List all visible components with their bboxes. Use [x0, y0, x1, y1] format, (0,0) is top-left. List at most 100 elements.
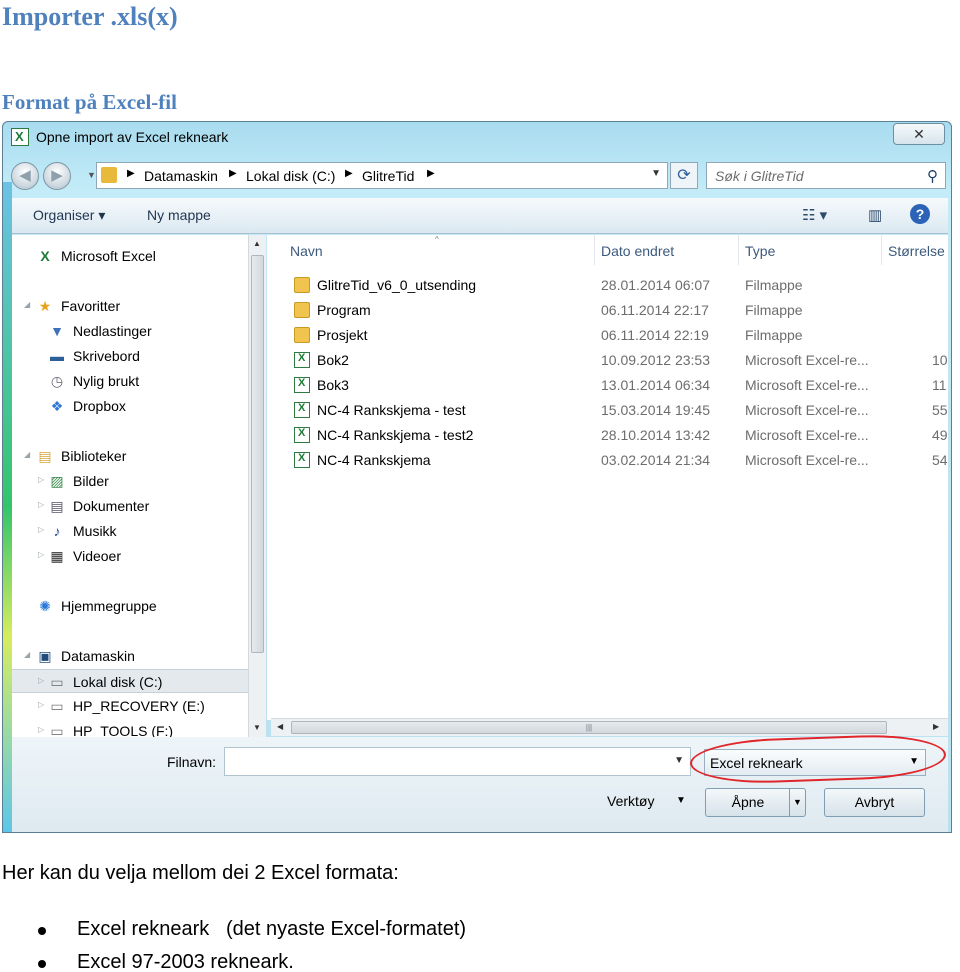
nav-item-libraries[interactable]: ◢ ▤ Biblioteker: [12, 444, 248, 468]
file-row[interactable]: NC-4 Rankskjema - test 15.03.2014 19:45 …: [267, 398, 948, 423]
cancel-button[interactable]: Avbryt: [824, 788, 925, 817]
nav-item-hp-recovery[interactable]: ▷ ▭ HP_RECOVERY (E:): [12, 694, 248, 718]
horizontal-scrollbar[interactable]: ◀ ||| ▶: [271, 718, 948, 736]
nav-item-desktop[interactable]: ▬ Skrivebord: [12, 344, 248, 368]
bullet-text: Excel 97-2003 rekneark.: [77, 951, 294, 972]
navigation-scrollbar[interactable]: ▲ ▼: [248, 235, 266, 737]
view-options-icon[interactable]: ☷ ▾: [802, 206, 827, 224]
file-type: Microsoft Excel-re...: [745, 427, 869, 443]
page-subheading: Format på Excel-fil: [2, 90, 177, 114]
search-icon[interactable]: ⚲: [927, 167, 938, 185]
address-bar[interactable]: ▶ Datamaskin ▶ Lokal disk (C:) ▶ GlitreT…: [96, 162, 668, 189]
scroll-left-icon[interactable]: ◀: [277, 722, 283, 731]
column-divider[interactable]: [738, 235, 739, 265]
new-folder-button[interactable]: Ny mappe: [147, 207, 211, 223]
file-row[interactable]: Prosjekt 06.11.2014 22:19 Filmappe: [267, 323, 948, 348]
nav-item-homegroup[interactable]: ✺ Hjemmegruppe: [12, 594, 248, 618]
chevron-right-icon[interactable]: ▶: [229, 168, 237, 179]
chevron-down-icon[interactable]: ▼: [651, 168, 661, 179]
column-divider[interactable]: [594, 235, 595, 265]
scroll-up-icon[interactable]: ▲: [253, 239, 261, 248]
chevron-right-icon[interactable]: ▶: [345, 168, 353, 179]
tools-menu[interactable]: Verktøy: [607, 793, 654, 809]
expand-icon[interactable]: ▷: [38, 676, 44, 685]
title-bar[interactable]: Opne import av Excel rekneark ✕: [3, 122, 951, 156]
chevron-down-icon[interactable]: ▼: [789, 789, 805, 816]
scroll-right-icon[interactable]: ▶: [933, 722, 939, 731]
collapse-icon[interactable]: ◢: [24, 650, 30, 659]
bullet-text: Excel rekneark (det nyaste Excel-formate…: [77, 918, 467, 940]
nav-item-favorites[interactable]: ◢ ★ Favoritter: [12, 294, 248, 318]
toolbar: Organiser ▾ Ny mappe ☷ ▾ ▥ ?: [12, 198, 948, 234]
history-buttons: ◀ ▶: [11, 160, 81, 192]
breadcrumb-computer[interactable]: Datamaskin: [144, 168, 218, 184]
breadcrumb-local-disk[interactable]: Lokal disk (C:): [246, 168, 335, 184]
file-date: 06.11.2014 22:17: [601, 302, 709, 318]
file-date: 10.09.2012 23:53: [601, 352, 710, 368]
nav-item-documents[interactable]: ▷ ▤ Dokumenter: [12, 494, 248, 518]
column-header-name[interactable]: Navn: [290, 243, 323, 259]
file-row[interactable]: NC-4 Rankskjema 03.02.2014 21:34 Microso…: [267, 448, 948, 473]
file-row[interactable]: Bok2 10.09.2012 23:53 Microsoft Excel-re…: [267, 348, 948, 373]
nav-item-computer[interactable]: ◢ ▣ Datamaskin: [12, 644, 248, 668]
preview-pane-icon[interactable]: ▥: [868, 206, 882, 224]
file-row[interactable]: Program 06.11.2014 22:17 Filmappe: [267, 298, 948, 323]
breadcrumb-glitretid[interactable]: GlitreTid: [362, 168, 414, 184]
sort-indicator-icon: ^: [435, 235, 439, 244]
close-button[interactable]: ✕: [893, 123, 945, 145]
nav-item-dropbox[interactable]: ❖ Dropbox: [12, 394, 248, 418]
window-glow: [3, 182, 12, 832]
recent-pages-dropdown-icon[interactable]: ▼: [87, 170, 96, 180]
expand-icon[interactable]: ▷: [38, 550, 44, 559]
collapse-icon[interactable]: ◢: [24, 450, 30, 459]
organize-menu[interactable]: Organiser ▾: [33, 207, 105, 224]
nav-item-hp-tools[interactable]: ▷ ▭ HP_TOOLS (F:): [12, 719, 248, 737]
back-button[interactable]: ◀: [11, 162, 39, 190]
column-divider[interactable]: [881, 235, 882, 265]
file-size: 10: [932, 352, 948, 368]
expand-icon[interactable]: ▷: [38, 725, 44, 734]
nav-item-pictures[interactable]: ▷ ▨ Bilder: [12, 469, 248, 493]
chevron-down-icon[interactable]: ▼: [676, 795, 686, 806]
file-date: 28.10.2014 13:42: [601, 427, 710, 443]
nav-item-microsoft-excel[interactable]: X Microsoft Excel: [12, 244, 248, 268]
nav-item-recent[interactable]: ◷ Nylig brukt: [12, 369, 248, 393]
scrollbar-thumb[interactable]: [251, 255, 264, 653]
nav-item-local-disk[interactable]: ▷ ▭ Lokal disk (C:): [12, 669, 248, 693]
nav-item-music[interactable]: ▷ ♪ Musikk: [12, 519, 248, 543]
file-type: Microsoft Excel-re...: [745, 352, 869, 368]
chevron-right-icon[interactable]: ▶: [427, 168, 435, 179]
scrollbar-thumb[interactable]: |||: [291, 721, 887, 734]
file-type: Microsoft Excel-re...: [745, 452, 869, 468]
file-row[interactable]: Bok3 13.01.2014 06:34 Microsoft Excel-re…: [267, 373, 948, 398]
expand-icon[interactable]: ▷: [38, 525, 44, 534]
collapse-icon[interactable]: ◢: [24, 300, 30, 309]
chevron-right-icon[interactable]: ▶: [127, 168, 135, 179]
nav-item-downloads[interactable]: ▼ Nedlastinger: [12, 319, 248, 343]
column-header-size[interactable]: Størrelse: [888, 243, 945, 259]
filename-input[interactable]: ▼: [224, 747, 691, 776]
nav-item-videos[interactable]: ▷ ▦ Videoer: [12, 544, 248, 568]
file-name: Program: [317, 302, 371, 318]
chevron-down-icon[interactable]: ▼: [674, 755, 684, 766]
downloads-icon: ▼: [50, 323, 64, 339]
file-date: 03.02.2014 21:34: [601, 452, 710, 468]
refresh-button[interactable]: ⟳: [670, 162, 698, 189]
expand-icon[interactable]: ▷: [38, 500, 44, 509]
file-row[interactable]: GlitreTid_v6_0_utsending 28.01.2014 06:0…: [267, 273, 948, 298]
help-icon[interactable]: ?: [910, 204, 930, 224]
file-name: NC-4 Rankskjema: [317, 452, 431, 468]
file-list: Navn ^ Dato endret Type Størrelse Glitre…: [267, 235, 948, 720]
highlight-circle: [689, 732, 947, 786]
scroll-down-icon[interactable]: ▼: [253, 723, 261, 732]
column-header-type[interactable]: Type: [745, 243, 775, 259]
expand-icon[interactable]: ▷: [38, 475, 44, 484]
file-size: 11: [932, 377, 947, 393]
search-input[interactable]: Søk i GlitreTid ⚲: [706, 162, 946, 189]
expand-icon[interactable]: ▷: [38, 700, 44, 709]
file-row[interactable]: NC-4 Rankskjema - test2 28.10.2014 13:42…: [267, 423, 948, 448]
forward-button[interactable]: ▶: [43, 162, 71, 190]
open-button[interactable]: Åpne ▼: [705, 788, 806, 817]
open-file-dialog: Opne import av Excel rekneark ✕ ◀ ▶ ▼ ▶ …: [2, 121, 952, 833]
column-header-date[interactable]: Dato endret: [601, 243, 674, 259]
